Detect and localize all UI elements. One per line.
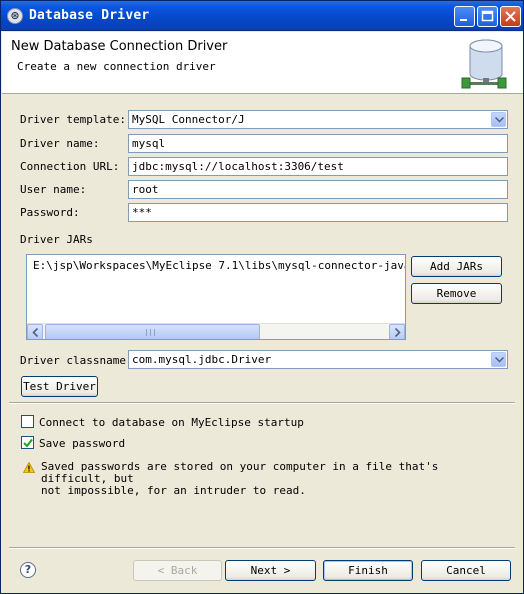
horizontal-scrollbar[interactable] (27, 323, 405, 339)
driver-jars-label: Driver JARs (20, 233, 93, 246)
user-name-label: User name: (20, 183, 87, 196)
wizard-header: New Database Connection Driver Create a … (2, 32, 523, 94)
connect-on-startup-label: Connect to database on MyEclipse startup (39, 416, 304, 429)
maximize-button[interactable] (477, 6, 498, 27)
user-name-input[interactable]: root (128, 180, 508, 199)
chevron-right-icon (394, 328, 401, 337)
chevron-left-icon (32, 328, 39, 337)
warning-line-1: Saved passwords are stored on your compu… (41, 460, 439, 485)
driver-template-select[interactable]: MySQL Connector/J (128, 110, 508, 129)
driver-name-input[interactable]: mysql (128, 134, 508, 153)
password-label: Password: (20, 206, 80, 219)
save-password-label: Save password (39, 437, 126, 450)
driver-template-value: MySQL Connector/J (132, 113, 245, 126)
cancel-button[interactable]: Cancel (421, 560, 511, 581)
connect-on-startup-checkbox[interactable] (21, 415, 34, 428)
eclipse-icon: ⊛ (7, 8, 23, 24)
finish-button-label: Finish (348, 564, 388, 577)
close-icon (505, 11, 516, 22)
finish-button[interactable]: Finish (323, 560, 413, 581)
header-title: New Database Connection Driver (11, 39, 228, 54)
back-button[interactable]: < Back (133, 560, 222, 581)
driver-classname-label: Driver classname: (20, 354, 133, 367)
add-jars-button[interactable]: Add JARs (411, 256, 502, 277)
connection-url-input[interactable]: jdbc:mysql://localhost:3306/test (128, 157, 508, 176)
divider (9, 402, 515, 404)
test-driver-button[interactable]: Test Driver (21, 376, 98, 397)
header-description: Create a new connection driver (17, 60, 216, 73)
grip-icon (146, 329, 155, 336)
driver-jars-list[interactable]: E:\jsp\Workspaces\MyEclipse 7.1\libs\mys… (26, 254, 406, 340)
scroll-thumb[interactable] (45, 324, 260, 339)
warning-icon (23, 462, 35, 473)
next-button[interactable]: Next > (225, 560, 316, 581)
window-title: Database Driver (29, 8, 150, 23)
database-icon (461, 39, 507, 89)
minimize-icon (460, 19, 467, 21)
scroll-left-button[interactable] (27, 324, 43, 339)
password-input[interactable]: *** (128, 203, 508, 222)
scroll-right-button[interactable] (389, 324, 405, 339)
connection-url-label: Connection URL: (20, 160, 120, 173)
close-button[interactable] (500, 6, 521, 27)
chevron-down-icon (495, 357, 504, 363)
list-item[interactable]: E:\jsp\Workspaces\MyEclipse 7.1\libs\mys… (33, 259, 405, 272)
cancel-button-label: Cancel (446, 564, 486, 577)
title-bar[interactable]: ⊛ Database Driver (1, 1, 523, 31)
driver-template-label: Driver template: (20, 113, 126, 126)
maximize-icon (481, 10, 494, 22)
warning-message: Saved passwords are stored on your compu… (41, 461, 511, 497)
minimize-button[interactable] (454, 6, 475, 27)
chevron-down-icon (495, 117, 504, 123)
driver-classname-dropdown-button[interactable] (491, 352, 506, 367)
driver-template-dropdown-button[interactable] (491, 112, 506, 127)
checkmark-icon (23, 438, 33, 448)
warning-line-2: not impossible, for an intruder to read. (41, 484, 306, 497)
footer-divider (9, 547, 515, 549)
driver-classname-select[interactable]: com.mysql.jdbc.Driver (128, 350, 508, 369)
driver-classname-value: com.mysql.jdbc.Driver (132, 353, 272, 366)
save-password-checkbox[interactable] (21, 436, 34, 449)
back-button-label: < Back (157, 564, 198, 577)
database-driver-dialog: ⊛ Database Driver New Database Connectio… (0, 0, 524, 594)
help-icon[interactable]: ? (20, 562, 36, 578)
next-button-label: Next > (250, 564, 291, 577)
driver-name-label: Driver name: (20, 137, 100, 150)
remove-button[interactable]: Remove (411, 283, 502, 304)
